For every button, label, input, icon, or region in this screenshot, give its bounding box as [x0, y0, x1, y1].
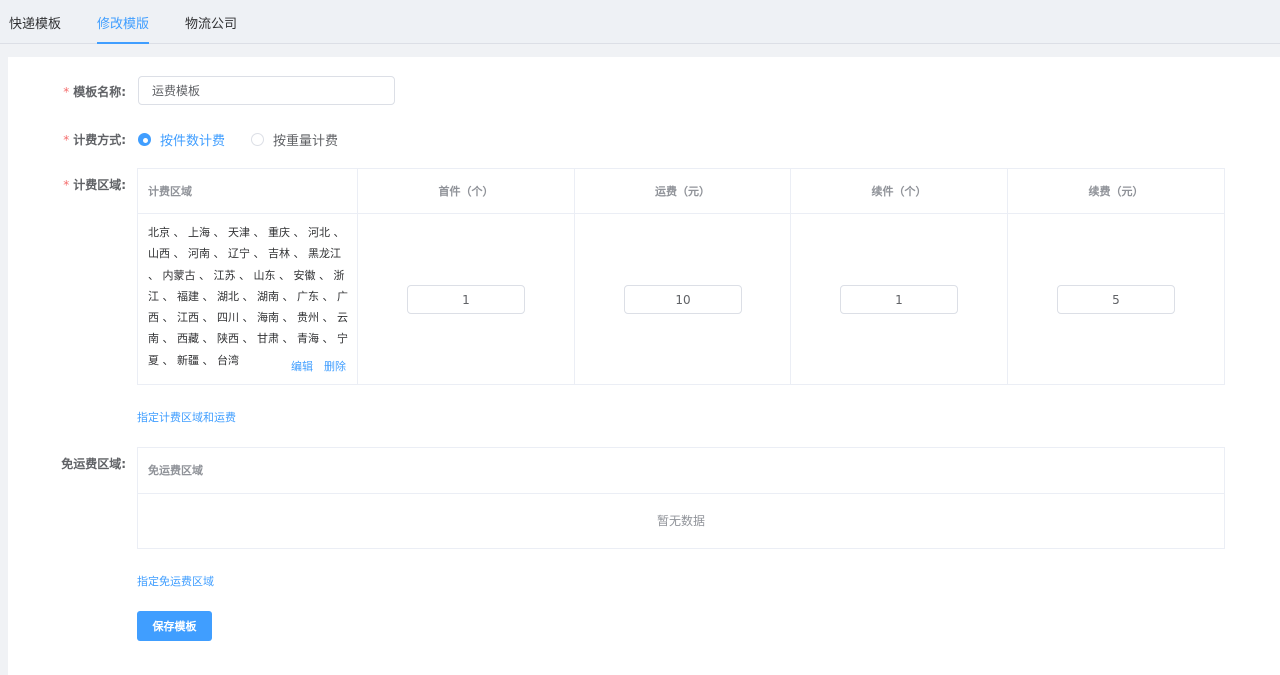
add-free-area-link[interactable]: 指定免运费区域: [137, 573, 214, 589]
required-mark: *: [63, 85, 70, 99]
col-header-fee: 运费（元）: [575, 169, 791, 214]
table-row: 北京 、 上海 、 天津 、 重庆 、 河北 、 山西 、 河南 、 辽宁 、 …: [138, 214, 358, 384]
template-name-label: * 模板名称:: [63, 83, 126, 100]
save-template-button[interactable]: 保存模板: [137, 611, 212, 641]
billing-area-label: * 计费区域:: [63, 176, 126, 193]
table-header: 计费区域 首件（个） 运费（元） 续件（个） 续费（元）: [138, 169, 1224, 214]
empty-state: 暂无数据: [656, 514, 705, 528]
first-count-input[interactable]: [407, 285, 525, 314]
tab-express-templates[interactable]: 快递模板: [9, 0, 61, 44]
col-header-first-count: 首件（个）: [358, 169, 575, 214]
edit-link[interactable]: 编辑: [291, 360, 313, 373]
tab-logistics-companies[interactable]: 物流公司: [185, 0, 237, 44]
free-shipping-header: 免运费区域: [138, 448, 1224, 494]
template-name-label-text: 模板名称:: [73, 85, 126, 99]
cell-next-fee: [1008, 214, 1224, 384]
radio-by-count[interactable]: 按件数计费: [138, 130, 225, 149]
tab-bar: 快递模板 修改模版 物流公司: [0, 0, 1280, 44]
radio-by-weight-label: 按重量计费: [273, 134, 339, 149]
tab-edit-template[interactable]: 修改模版: [97, 0, 149, 44]
radio-by-count-label: 按件数计费: [160, 134, 226, 149]
delete-link[interactable]: 删除: [324, 360, 346, 373]
col-header-next-count: 续件（个）: [791, 169, 1008, 214]
active-tab-indicator: [97, 42, 149, 44]
free-shipping-area-label: 免运费区域:: [61, 457, 126, 471]
free-shipping-table: 免运费区域 暂无数据: [137, 447, 1225, 549]
billing-method-label: * 计费方式:: [63, 131, 126, 148]
template-name-input[interactable]: [138, 76, 395, 105]
col-header-next-fee: 续费（元）: [1088, 185, 1144, 198]
cell-next-count: [791, 214, 1008, 384]
next-fee-input[interactable]: [1057, 285, 1175, 314]
radio-unchecked-icon: [251, 133, 264, 146]
radio-by-weight[interactable]: 按重量计费: [251, 130, 338, 149]
row-actions: 编辑 删除: [291, 355, 346, 374]
col-header-region: 计费区域: [138, 169, 358, 214]
billing-method-label-text: 计费方式:: [73, 133, 126, 147]
fee-input[interactable]: [624, 285, 742, 314]
region-list: 北京 、 上海 、 天津 、 重庆 、 河北 、 山西 、 河南 、 辽宁 、 …: [148, 226, 348, 367]
add-billing-area-link[interactable]: 指定计费区域和运费: [137, 409, 236, 425]
cell-fee: [575, 214, 791, 384]
billing-area-label-text: 计费区域:: [73, 178, 126, 192]
radio-checked-icon: [138, 133, 151, 146]
required-mark: *: [63, 178, 70, 192]
cell-first-count: [358, 214, 575, 384]
next-count-input[interactable]: [840, 285, 958, 314]
billing-area-table: 计费区域 首件（个） 运费（元） 续件（个） 续费（元） 北京 、 上海 、 天…: [137, 168, 1225, 385]
required-mark: *: [63, 133, 70, 147]
